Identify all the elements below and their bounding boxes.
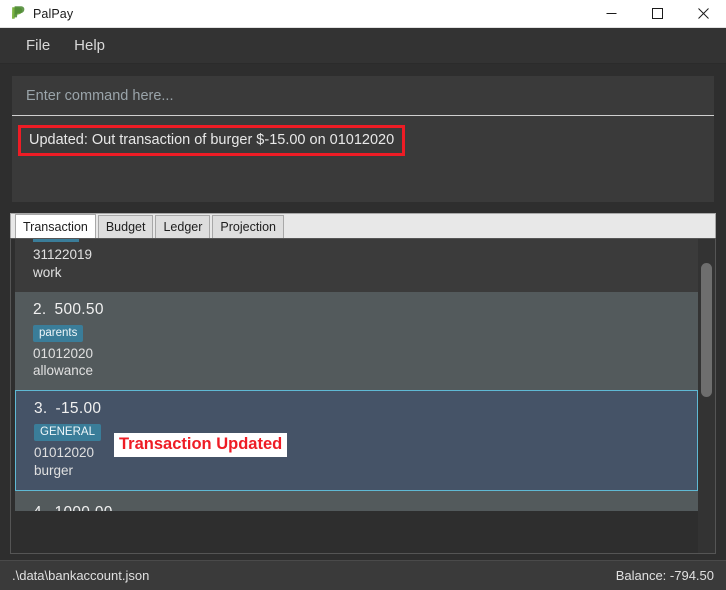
minimize-button[interactable] (588, 0, 634, 28)
window-title: PalPay (33, 6, 74, 21)
transaction-index: 4. (33, 504, 47, 511)
title-bar: PalPay (0, 0, 726, 28)
transaction-list[interactable]: 31122019 work 2. 500.50 parents 01012020 … (11, 239, 698, 553)
command-area (0, 64, 726, 116)
menu-item-file[interactable]: File (14, 33, 62, 58)
maximize-icon (651, 8, 663, 19)
transaction-value: 1000.00 (55, 504, 113, 511)
palpay-window: PalPay File Help Upda (0, 0, 726, 590)
tab-budget[interactable]: Budget (97, 215, 154, 238)
tab-transaction[interactable]: Transaction (15, 214, 96, 238)
transaction-list-panel: 31122019 work 2. 500.50 parents 01012020 … (10, 238, 716, 554)
transaction-date: 31122019 (33, 247, 93, 262)
tab-ledger[interactable]: Ledger (155, 215, 211, 238)
transaction-amount: 2. 500.50 (33, 301, 688, 319)
tab-projection[interactable]: Projection (212, 215, 284, 238)
tab-bar: Transaction Budget Ledger Projection (10, 213, 716, 238)
table-row-selected[interactable]: 3. -15.00 GENERAL 01012020 burger Transac… (15, 390, 698, 491)
transaction-index: 3. (34, 400, 48, 418)
message-highlight-box: Updated: Out transaction of burger $-15.… (18, 125, 406, 156)
file-path-label: .\data\bankaccount.json (12, 568, 150, 583)
transaction-amount: 4. 1000.00 (33, 504, 688, 511)
transaction-value: -15.00 (55, 400, 102, 418)
maximize-button[interactable] (634, 0, 680, 28)
transaction-value: 500.50 (54, 300, 104, 318)
scrollbar[interactable] (698, 239, 715, 553)
palpay-logo-icon (8, 5, 26, 23)
menu-item-help[interactable]: Help (62, 33, 117, 58)
transaction-description: burger (34, 463, 74, 479)
transaction-updated-annotation: Transaction Updated (114, 433, 288, 458)
transaction-description: work (33, 264, 62, 280)
command-box[interactable] (12, 76, 714, 116)
scrollbar-thumb[interactable] (701, 263, 712, 397)
status-bar: .\data\bankaccount.json Balance: -794.50 (0, 560, 726, 590)
command-input[interactable] (26, 87, 700, 104)
close-icon (697, 8, 709, 19)
status-message-text: Updated: Out transaction of burger $-15.… (29, 132, 395, 148)
table-row[interactable]: 4. 1000.00 (15, 490, 698, 511)
minimize-icon (606, 13, 616, 14)
category-tag-clipped (33, 239, 79, 242)
message-panel: Updated: Out transaction of burger $-15.… (12, 116, 714, 202)
transaction-index: 2. (33, 300, 47, 318)
menu-bar: File Help (0, 28, 726, 64)
close-button[interactable] (680, 0, 726, 28)
table-row[interactable]: 2. 500.50 parents 01012020 allowance (15, 291, 698, 391)
table-row[interactable]: 31122019 work (15, 239, 698, 292)
transaction-date: 01012020 (33, 345, 94, 361)
balance-label: Balance: -794.50 (615, 568, 714, 583)
transaction-amount: 3. -15.00 (34, 400, 687, 418)
category-tag: parents (33, 324, 84, 342)
category-tag: GENERAL (34, 424, 101, 442)
transaction-description: allowance (33, 363, 94, 379)
